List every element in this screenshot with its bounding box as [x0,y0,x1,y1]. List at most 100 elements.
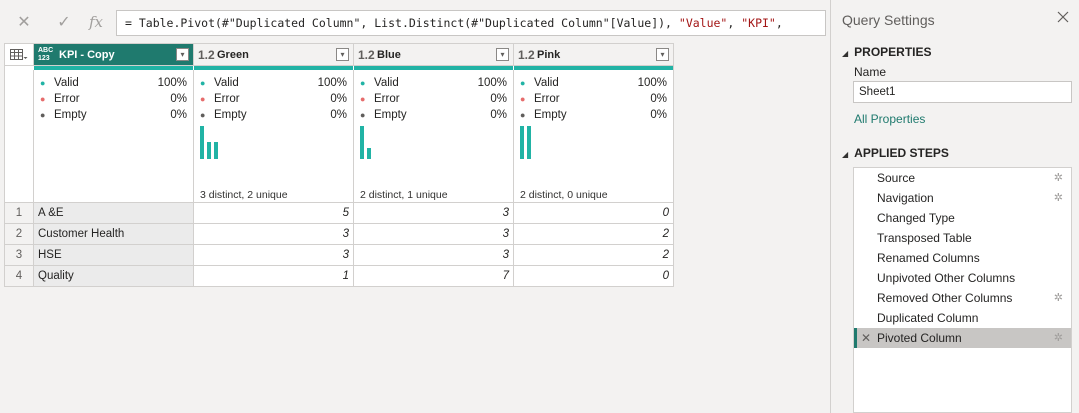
valid-percent: 100% [157,77,187,89]
column-header-blue[interactable]: 1.2 Blue ▾ [354,44,514,66]
value-distribution-histogram[interactable] [200,126,240,159]
formula-text: , [727,16,742,30]
empty-row: ● Empty 0% [514,107,673,123]
applied-steps-header[interactable]: ◢ APPLIED STEPS [842,146,949,160]
histogram-bar[interactable] [214,142,218,159]
table-cell[interactable]: 5 [194,203,354,224]
error-percent: 0% [330,93,347,105]
error-label: Error [54,93,80,105]
name-label: Name [854,65,887,79]
applied-step-source[interactable]: Source ✲ [854,168,1071,188]
table-cell[interactable]: HSE [34,245,194,266]
error-row: ● Error 0% [34,91,193,107]
valid-percent: 100% [317,77,347,89]
close-icon[interactable] [1057,10,1069,28]
delete-step-icon[interactable]: ✕ [861,328,871,348]
query-settings-pane: Query Settings ◢ PROPERTIES Name All Prop… [830,0,1079,413]
table-cell[interactable]: 1 [194,266,354,287]
step-label: Duplicated Column [877,311,979,325]
column-type-icon[interactable]: 1.2 [514,48,536,62]
column-type-icon[interactable]: 1.2 [194,48,216,62]
column-name: KPI - Copy [59,48,115,61]
empty-dot-icon: ● [40,110,46,120]
histogram-bar[interactable] [527,126,531,159]
distinct-count-text: 3 distinct, 2 unique [200,189,288,201]
error-percent: 0% [490,93,507,105]
histogram-bar[interactable] [200,126,204,159]
applied-step-unpivoted-other-columns[interactable]: Unpivoted Other Columns [854,268,1071,288]
commit-icon[interactable]: ✓ [52,10,76,34]
step-label: Renamed Columns [877,251,980,265]
row-number-quality-spacer [5,70,34,203]
error-label: Error [374,93,400,105]
step-label: Source [877,171,916,185]
table-cell[interactable]: 2 [514,224,674,245]
formula-bar: ✕ ✓ fx = Table.Pivot(#"Duplicated Column… [0,0,830,40]
gear-icon[interactable]: ✲ [1054,188,1063,208]
data-grid: ABC 123 KPI - Copy ▾ ● Valid 100% ● Error 0% ● Empt… [4,43,674,287]
applied-step-navigation[interactable]: Navigation ✲ [854,188,1071,208]
value-distribution-histogram[interactable] [360,126,400,159]
row-number[interactable]: 2 [5,224,34,245]
column-profile: ● Valid 100% ● Error 0% ● Empty 0% 3 distinct, 2 … [194,70,354,203]
row-number[interactable]: 4 [5,266,34,287]
table-cell[interactable]: 3 [194,245,354,266]
chevron-down-icon[interactable] [775,11,815,35]
row-number[interactable]: 1 [5,203,34,224]
valid-row: ● Valid 100% [34,75,193,91]
filter-dropdown-icon[interactable]: ▾ [496,48,509,61]
table-cell[interactable]: 3 [354,224,514,245]
table-menu-icon[interactable] [5,44,34,66]
filter-dropdown-icon[interactable]: ▾ [176,48,189,61]
histogram-bar[interactable] [367,148,371,159]
histogram-bar[interactable] [360,126,364,159]
column-name: Green [217,48,249,61]
table-cell[interactable]: 3 [354,203,514,224]
applied-step-renamed-columns[interactable]: Renamed Columns [854,248,1071,268]
histogram-bar[interactable] [520,126,524,159]
gear-icon[interactable]: ✲ [1054,168,1063,188]
applied-step-transposed-table[interactable]: Transposed Table [854,228,1071,248]
table-cell[interactable]: A &E [34,203,194,224]
value-distribution-histogram[interactable] [520,126,560,159]
all-properties-link[interactable]: All Properties [854,112,925,126]
empty-percent: 0% [330,109,347,121]
valid-label: Valid [534,77,559,89]
step-label: Transposed Table [877,231,972,245]
table-cell[interactable]: 7 [354,266,514,287]
column-header-kpi-copy[interactable]: ABC 123 KPI - Copy ▾ [34,44,194,66]
applied-step-changed-type[interactable]: Changed Type [854,208,1071,228]
gear-icon[interactable]: ✲ [1054,288,1063,308]
table-cell[interactable]: Quality [34,266,194,287]
table-cell[interactable]: 3 [354,245,514,266]
row-number[interactable]: 3 [5,245,34,266]
filter-dropdown-icon[interactable]: ▾ [656,48,669,61]
column-header-green[interactable]: 1.2 Green ▾ [194,44,354,66]
properties-header[interactable]: ◢ PROPERTIES [842,45,932,59]
fx-icon[interactable]: fx [84,10,108,34]
applied-step-pivoted-column[interactable]: ✕ Pivoted Column ✲ [854,328,1071,348]
table-cell[interactable]: Customer Health [34,224,194,245]
applied-step-duplicated-column[interactable]: Duplicated Column [854,308,1071,328]
column-header-pink[interactable]: 1.2 Pink ▾ [514,44,674,66]
formula-string: "Value" [678,16,728,30]
valid-percent: 100% [477,77,507,89]
query-name-input[interactable] [853,81,1072,103]
column-type-icon[interactable]: 1.2 [354,48,376,62]
table-cell[interactable]: 3 [194,224,354,245]
error-dot-icon: ● [40,94,46,104]
table-cell[interactable]: 0 [514,266,674,287]
valid-percent: 100% [637,77,667,89]
empty-percent: 0% [490,109,507,121]
formula-input[interactable]: = Table.Pivot(#"Duplicated Column", List… [116,10,826,36]
applied-step-removed-other-columns[interactable]: Removed Other Columns ✲ [854,288,1071,308]
column-type-icon[interactable]: ABC 123 [34,47,58,63]
filter-dropdown-icon[interactable]: ▾ [336,48,349,61]
table-cell[interactable]: 2 [514,245,674,266]
cancel-icon[interactable]: ✕ [12,10,36,34]
histogram-bar[interactable] [207,142,211,159]
empty-label: Empty [54,109,87,121]
applied-steps-header-label: APPLIED STEPS [854,146,949,160]
table-cell[interactable]: 0 [514,203,674,224]
gear-icon[interactable]: ✲ [1054,328,1063,348]
